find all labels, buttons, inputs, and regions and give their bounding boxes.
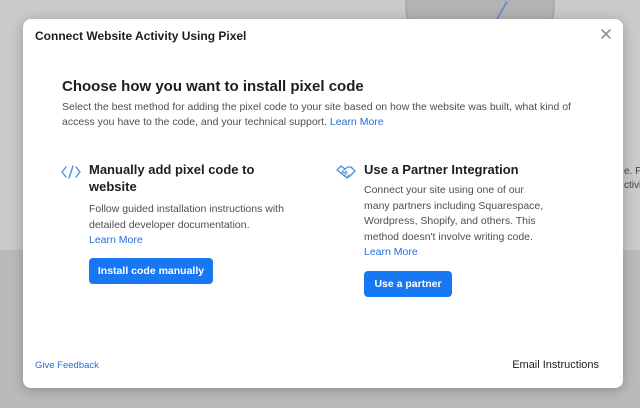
close-icon[interactable] (597, 25, 615, 43)
email-instructions-button[interactable]: Email Instructions (512, 359, 599, 371)
backdrop-text-fragment: ctivi (624, 180, 640, 191)
modal-header: Connect Website Activity Using Pixel (23, 19, 623, 51)
manual-option-text: Follow guided installation instructions … (89, 203, 284, 231)
use-a-partner-button[interactable]: Use a partner (364, 271, 452, 297)
partner-option-text: Connect your site using one of our many … (364, 184, 544, 243)
partner-learn-more-link[interactable]: Learn More (364, 246, 418, 258)
partner-option-title: Use a Partner Integration (364, 162, 519, 177)
description-text: Select the best method for adding the pi… (62, 101, 571, 128)
backdrop-text-fragment: e. Fi (624, 166, 640, 177)
handshake-icon (336, 163, 356, 181)
modal-title: Connect Website Activity Using Pixel (35, 29, 247, 43)
section-heading: Choose how you want to install pixel cod… (62, 78, 364, 95)
manual-option-description: Follow guided installation instructions … (89, 202, 284, 249)
install-code-manually-button[interactable]: Install code manually (89, 258, 213, 284)
manual-option-title: Manually add pixel code to website (89, 162, 255, 194)
section-description: Select the best method for adding the pi… (62, 100, 592, 130)
give-feedback-link[interactable]: Give Feedback (35, 360, 99, 371)
install-pixel-modal: Connect Website Activity Using Pixel Cho… (23, 19, 623, 388)
manual-learn-more-link[interactable]: Learn More (89, 234, 143, 246)
learn-more-link[interactable]: Learn More (330, 116, 384, 128)
partner-option-description: Connect your site using one of our many … (364, 183, 544, 261)
code-icon (61, 163, 81, 181)
